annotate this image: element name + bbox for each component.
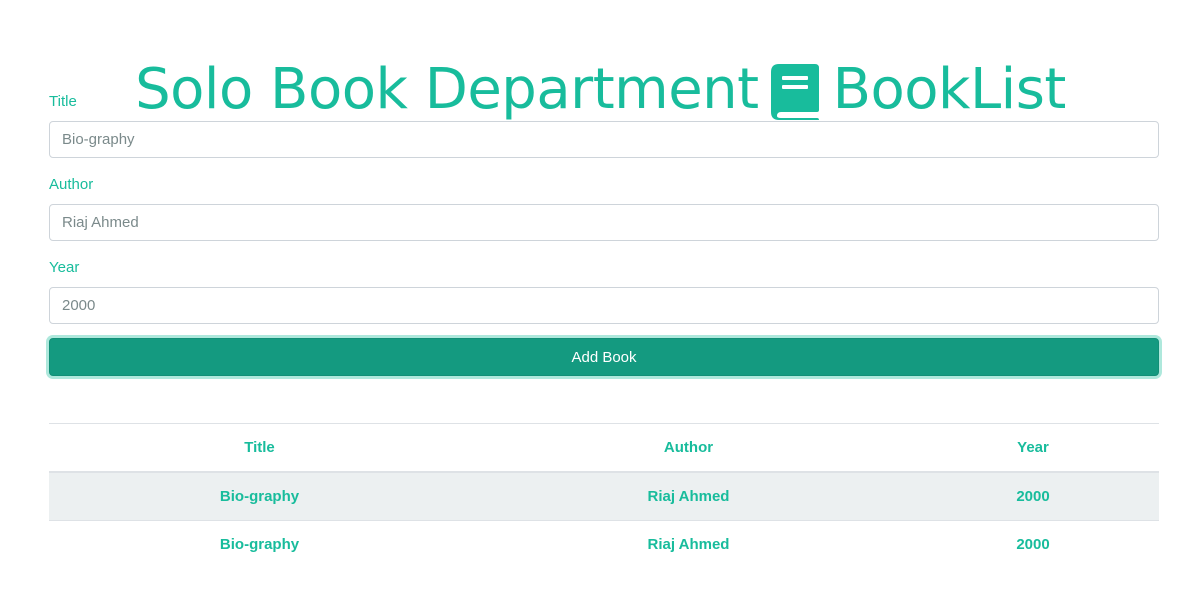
author-field-group: Author bbox=[49, 173, 1159, 256]
add-book-form: Title Author Year bbox=[49, 90, 1159, 339]
author-label: Author bbox=[49, 176, 94, 193]
title-field-group: Title bbox=[49, 90, 1159, 173]
cell-year: 2000 bbox=[907, 520, 1159, 568]
author-input[interactable] bbox=[49, 204, 1159, 241]
title-input[interactable] bbox=[49, 121, 1159, 158]
table-header-row: Title Author Year bbox=[49, 423, 1159, 473]
year-input[interactable] bbox=[49, 287, 1159, 324]
year-field-group: Year bbox=[49, 256, 1159, 339]
booklist-page: Solo Book Department BookList Title Auth… bbox=[0, 0, 1201, 601]
table-row: Bio-graphy Riaj Ahmed 2000 bbox=[49, 472, 1159, 521]
column-header-title: Title bbox=[49, 423, 470, 473]
title-label: Title bbox=[49, 93, 77, 110]
cell-year: 2000 bbox=[907, 472, 1159, 521]
table-row: Bio-graphy Riaj Ahmed 2000 bbox=[49, 520, 1159, 568]
book-list-table: Title Author Year Bio-graphy Riaj Ahmed … bbox=[49, 423, 1159, 568]
submit-wrap: Add Book bbox=[49, 338, 1159, 376]
add-book-button[interactable]: Add Book bbox=[49, 338, 1159, 376]
column-header-year: Year bbox=[907, 423, 1159, 473]
cell-title: Bio-graphy bbox=[49, 520, 470, 568]
column-header-author: Author bbox=[470, 423, 907, 473]
cell-title: Bio-graphy bbox=[49, 472, 470, 521]
cell-author: Riaj Ahmed bbox=[470, 520, 907, 568]
year-label: Year bbox=[49, 259, 80, 276]
cell-author: Riaj Ahmed bbox=[470, 472, 907, 521]
